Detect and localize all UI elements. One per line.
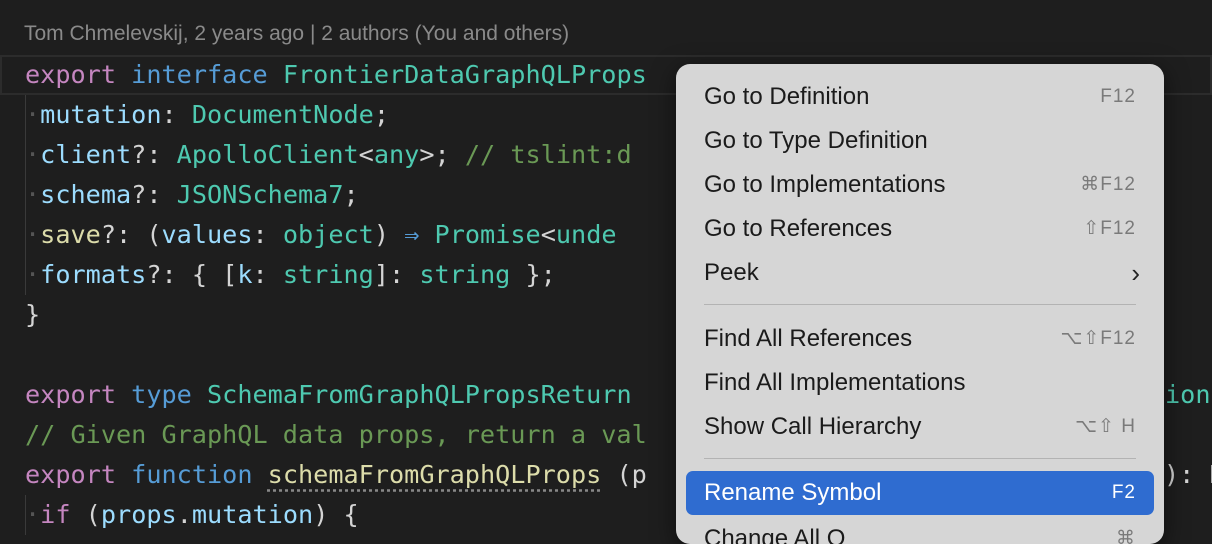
property[interactable]: schema: [40, 180, 131, 209]
context-menu: Go to Definition F12 Go to Type Definiti…: [676, 64, 1164, 544]
keyword: export: [25, 60, 116, 89]
property[interactable]: client: [40, 140, 131, 169]
menu-separator: [704, 458, 1136, 459]
indent-guide: [25, 255, 26, 295]
menu-item-go-to-definition[interactable]: Go to Definition F12: [686, 77, 1154, 117]
method-property[interactable]: save: [40, 220, 101, 249]
menu-item-go-to-implementations[interactable]: Go to Implementations ⌘F12: [686, 165, 1154, 205]
menu-separator: [704, 304, 1136, 305]
menu-item-label: Change All O: [704, 525, 846, 544]
menu-item-label: Rename Symbol: [704, 479, 882, 506]
shortcut-label: ⌥⇧ H: [1075, 416, 1136, 437]
type[interactable]: JSONSchema7: [177, 180, 344, 209]
interface-name[interactable]: FrontierDataGraphQLProps: [283, 60, 647, 89]
menu-item-show-call-hierarchy[interactable]: Show Call Hierarchy ⌥⇧ H: [686, 407, 1154, 447]
menu-item-label: Go to References: [704, 215, 893, 242]
keyword: type: [131, 380, 192, 409]
type[interactable]: DocumentNode: [192, 100, 374, 129]
type: Promise: [434, 220, 541, 249]
menu-item-change-all-occurrences[interactable]: Change All O ⌘: [686, 519, 1154, 544]
menu-item-label: Go to Definition: [704, 83, 870, 110]
menu-item-label: Find All Implementations: [704, 369, 966, 396]
shortcut-label: F12: [1100, 86, 1136, 107]
closing-brace: }: [25, 300, 41, 329]
indent-guide: [25, 495, 26, 535]
type: object: [282, 220, 374, 249]
identifier[interactable]: props: [101, 500, 177, 529]
menu-item-go-to-type-definition[interactable]: Go to Type Definition: [686, 121, 1154, 161]
type: string: [282, 260, 374, 289]
arrow-operator: ⇒: [404, 220, 420, 249]
shortcut-label: ⇧F12: [1083, 218, 1136, 239]
chevron-right-icon: ›: [1131, 258, 1140, 288]
keyword: interface: [131, 60, 268, 89]
param: values: [161, 220, 253, 249]
property[interactable]: formats: [40, 260, 146, 289]
code-overflow-text: ): R: [1164, 460, 1212, 489]
function-name[interactable]: schemaFromGraphQLProps: [268, 460, 602, 489]
shortcut-label: ⌘F12: [1080, 174, 1136, 195]
comment: // tslint:d: [464, 140, 632, 169]
type-arg: any: [373, 140, 420, 169]
indent-guide: [25, 175, 26, 215]
menu-item-label: Go to Type Definition: [704, 127, 928, 154]
type-arg: unde: [555, 220, 617, 249]
shortcut-label: ⌘: [1116, 528, 1136, 544]
keyword: export: [25, 460, 116, 489]
menu-item-go-to-references[interactable]: Go to References ⇧F12: [686, 209, 1154, 249]
menu-item-label: Show Call Hierarchy: [704, 413, 922, 440]
keyword: export: [25, 380, 116, 409]
indent-guide: [25, 215, 26, 255]
property[interactable]: mutation: [192, 500, 313, 529]
indent-guide: [25, 95, 26, 135]
type-name[interactable]: SchemaFromGraphQLPropsReturn: [207, 380, 632, 409]
git-blame-annotation: Tom Chmelevskij, 2 years ago | 2 authors…: [24, 22, 570, 45]
menu-item-label: Find All References: [704, 325, 913, 352]
property[interactable]: mutation: [40, 100, 161, 129]
comment: // Given GraphQL data props, return a va…: [25, 420, 647, 449]
shortcut-label: ⌥⇧F12: [1060, 328, 1136, 349]
menu-item-find-all-implementations[interactable]: Find All Implementations: [686, 363, 1154, 403]
type[interactable]: ApolloClient: [177, 140, 359, 169]
shortcut-label: F2: [1111, 482, 1136, 503]
menu-item-rename-symbol[interactable]: Rename Symbol F2: [686, 471, 1154, 515]
keyword: if: [40, 500, 71, 529]
param-start: (p: [616, 460, 647, 489]
type: string: [419, 260, 511, 289]
keyword: function: [131, 460, 253, 489]
menu-item-peek[interactable]: Peek ›: [686, 253, 1154, 293]
menu-item-find-all-references[interactable]: Find All References ⌥⇧F12: [686, 319, 1154, 359]
code-overflow-text: ionR: [1165, 380, 1212, 409]
index-key: k: [237, 260, 253, 289]
menu-item-label: Go to Implementations: [704, 171, 946, 198]
indent-guide: [25, 135, 26, 175]
menu-item-label: Peek: [704, 259, 759, 286]
